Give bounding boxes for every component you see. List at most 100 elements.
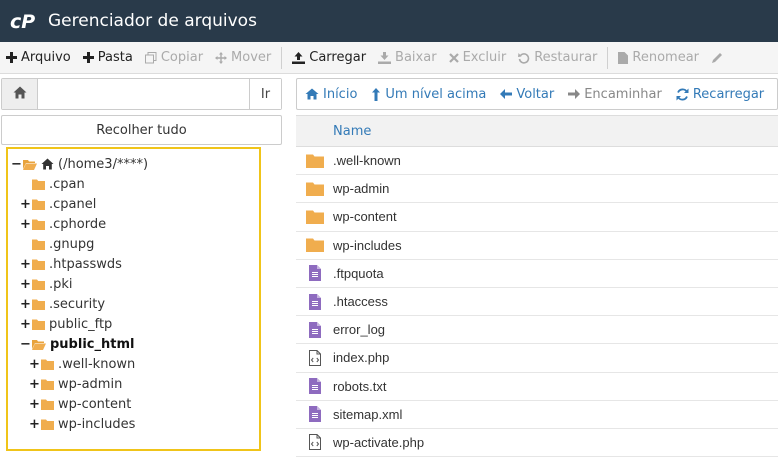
file-row[interactable]: index.php xyxy=(296,344,778,373)
expand-toggle[interactable]: + xyxy=(20,198,31,211)
collapse-toggle[interactable]: − xyxy=(11,158,22,171)
tree-item-home3[interactable]: − (/home3/****) xyxy=(8,154,259,174)
tree-item-gnupg[interactable]: .gnupg xyxy=(8,234,259,254)
expand-toggle[interactable]: + xyxy=(20,318,31,331)
expand-toggle[interactable]: + xyxy=(20,278,31,291)
folder-icon xyxy=(296,154,333,168)
tree-item-cpan[interactable]: .cpan xyxy=(8,174,259,194)
file-row[interactable]: wp-admin xyxy=(296,175,778,204)
level-up-icon xyxy=(371,87,381,101)
file-name: sitemap.xml xyxy=(333,406,403,422)
tree-item-label: wp-admin xyxy=(58,376,123,392)
file-row[interactable]: sitemap.xml xyxy=(296,401,778,429)
expand-toggle[interactable]: + xyxy=(29,358,40,371)
go-button[interactable]: Ir xyxy=(249,79,281,109)
tree-item-cphorde[interactable]: + .cphorde xyxy=(8,214,259,234)
folder-open-icon xyxy=(23,159,37,170)
plus-icon xyxy=(82,52,94,63)
navigation-bar: Início Um nível acima Voltar Encaminhar … xyxy=(296,78,778,110)
new-file-button[interactable]: Arquivo xyxy=(0,42,77,73)
tree-item-htpasswds[interactable]: + .htpasswds xyxy=(8,254,259,274)
copy-button[interactable]: Copiar xyxy=(139,42,209,73)
restore-button[interactable]: Restaurar xyxy=(512,42,603,73)
folder-icon xyxy=(41,399,54,410)
collapse-all-button[interactable]: Recolher tudo xyxy=(1,115,282,145)
folder-icon xyxy=(32,239,45,250)
tree-item-label: wp-content xyxy=(58,396,132,412)
download-button[interactable]: Baixar xyxy=(372,42,443,73)
expand-toggle[interactable]: + xyxy=(29,378,40,391)
table-header: Name xyxy=(296,115,778,147)
download-icon xyxy=(378,51,392,64)
cpanel-logo: cP xyxy=(10,10,40,32)
text-file-icon xyxy=(296,265,333,282)
restore-icon xyxy=(518,52,530,64)
new-folder-button[interactable]: Pasta xyxy=(77,42,139,73)
file-row[interactable]: wp-includes xyxy=(296,232,778,260)
tree-item-label: .gnupg xyxy=(49,236,95,252)
file-name: wp-admin xyxy=(333,181,390,197)
file-row[interactable]: error_log xyxy=(296,316,778,345)
home-path-button[interactable] xyxy=(2,79,38,109)
folder-open-icon xyxy=(32,339,46,350)
tree-item-label: .cpan xyxy=(49,176,85,192)
move-button[interactable]: Mover xyxy=(209,42,277,73)
tree-item-wp-content[interactable]: + wp-content xyxy=(8,394,259,414)
file-row[interactable]: .htaccess xyxy=(296,288,778,317)
file-name: .well-known xyxy=(333,153,401,169)
folder-icon xyxy=(41,419,54,430)
tree-item-label: .security xyxy=(49,296,106,312)
rename-button[interactable]: Renomear xyxy=(612,42,705,73)
toolbar-divider xyxy=(281,46,283,69)
tree-item-public-html[interactable]: − public_html xyxy=(8,334,259,354)
folder-icon xyxy=(296,238,333,253)
folder-icon xyxy=(32,279,45,290)
forward-button[interactable]: Encaminhar xyxy=(560,79,668,109)
expand-toggle[interactable]: + xyxy=(20,298,31,311)
expand-toggle[interactable]: + xyxy=(29,398,40,411)
file-name: .htaccess xyxy=(333,294,388,310)
expand-toggle[interactable]: + xyxy=(29,418,40,431)
file-row[interactable]: wp-content xyxy=(296,203,778,232)
reload-button[interactable]: Recarregar xyxy=(668,79,770,109)
delete-icon xyxy=(448,52,459,63)
folder-icon xyxy=(32,179,45,190)
tree-item-well-known[interactable]: + .well-known xyxy=(8,354,259,374)
directory-tree: − (/home3/****) .cpan + .cpanel + .cphorde .gnu… xyxy=(6,147,261,451)
column-header-name[interactable]: Name xyxy=(333,124,371,139)
up-one-level-button[interactable]: Um nível acima xyxy=(363,79,492,109)
upload-icon xyxy=(292,51,306,64)
file-name: error_log xyxy=(333,322,386,338)
folder-icon xyxy=(32,259,45,270)
home-button[interactable]: Início xyxy=(297,79,363,109)
refresh-icon xyxy=(676,88,689,101)
copy-icon xyxy=(144,51,157,64)
tree-item-label: .htpasswds xyxy=(49,256,122,272)
delete-button[interactable]: Excluir xyxy=(443,42,513,73)
path-input[interactable] xyxy=(38,79,249,109)
upload-button[interactable]: Carregar xyxy=(286,42,372,73)
file-row[interactable]: robots.txt xyxy=(296,373,778,401)
tree-item-wp-admin[interactable]: + wp-admin xyxy=(8,374,259,394)
plus-icon xyxy=(6,52,17,63)
tree-item-pki[interactable]: + .pki xyxy=(8,274,259,294)
tree-item-wp-includes[interactable]: + wp-includes xyxy=(8,414,259,434)
edit-button[interactable] xyxy=(705,42,733,73)
back-button[interactable]: Voltar xyxy=(492,79,560,109)
tree-item-security[interactable]: + .security xyxy=(8,294,259,314)
file-name: wp-activate.php xyxy=(333,434,425,450)
file-row[interactable]: .well-known xyxy=(296,147,778,176)
tree-item-public-ftp[interactable]: + public_ftp xyxy=(8,314,259,334)
file-row[interactable]: wp-activate.php xyxy=(296,429,778,458)
home-icon xyxy=(41,158,54,170)
expand-toggle[interactable]: + xyxy=(20,218,31,231)
pencil-icon xyxy=(711,52,723,64)
file-row[interactable]: .ftpquota xyxy=(296,260,778,288)
arrow-left-icon xyxy=(500,89,513,99)
expand-toggle[interactable]: + xyxy=(20,258,31,271)
page-title: Gerenciador de arquivos xyxy=(48,11,257,31)
tree-item-cpanel[interactable]: + .cpanel xyxy=(8,194,259,214)
tree-item-label: .cphorde xyxy=(49,216,107,232)
app-header: cP Gerenciador de arquivos xyxy=(0,0,778,42)
collapse-toggle[interactable]: − xyxy=(20,338,31,351)
